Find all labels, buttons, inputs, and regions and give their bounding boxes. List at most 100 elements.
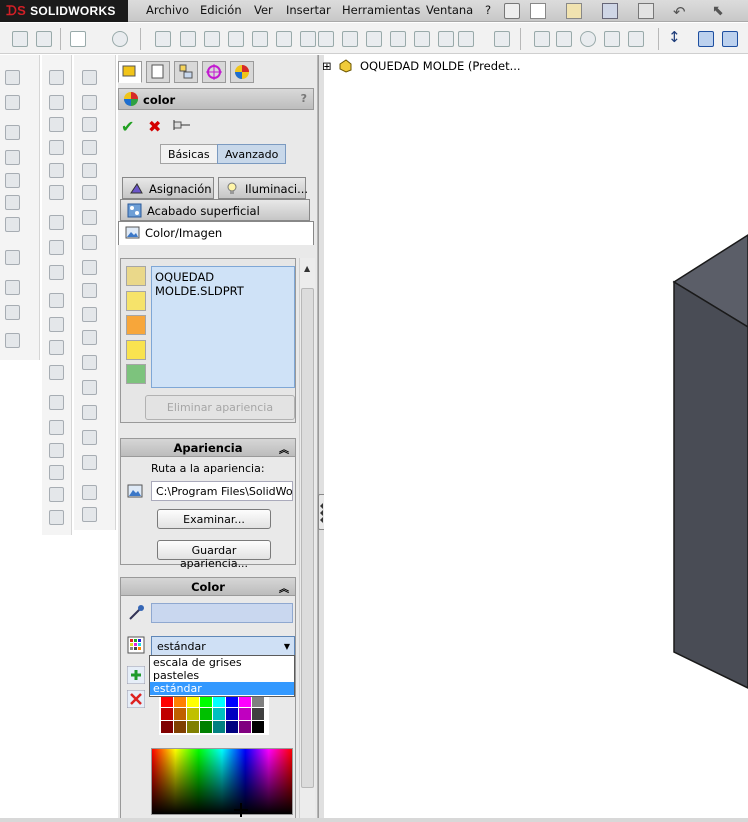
checkbox-icon[interactable] — [300, 31, 316, 47]
surface-extrude-icon[interactable] — [49, 70, 64, 85]
cancel-button[interactable]: ✖ — [148, 117, 161, 136]
open-icon[interactable] — [566, 3, 582, 19]
appearance-group-header[interactable]: Apariencia ︽ — [121, 439, 295, 457]
surface-revolve-icon[interactable] — [49, 95, 64, 110]
menu-edicion[interactable]: Edición — [200, 3, 242, 17]
eyedropper-icon[interactable] — [127, 604, 145, 622]
cut-icon[interactable] — [5, 195, 20, 210]
menu-help[interactable]: ? — [485, 3, 491, 17]
body-selection-icon[interactable] — [126, 291, 146, 311]
scroll-up-icon[interactable]: ▲ — [304, 264, 310, 273]
spline-icon[interactable] — [82, 507, 97, 522]
dome-icon[interactable] — [82, 185, 97, 200]
move-face-icon[interactable] — [49, 395, 64, 410]
remove-swatch-icon[interactable] — [127, 690, 145, 708]
model-view[interactable] — [324, 55, 748, 822]
fill-icon[interactable] — [49, 185, 64, 200]
section-icon[interactable] — [228, 31, 244, 47]
intersect-icon[interactable] — [82, 330, 97, 345]
surface-loft-icon[interactable] — [49, 140, 64, 155]
triangle-icon[interactable] — [390, 31, 406, 47]
feature-selection-icon[interactable] — [126, 315, 146, 335]
symmetry-icon[interactable] — [604, 31, 620, 47]
expand-icon[interactable]: ⊞ — [322, 59, 332, 73]
pushpin-icon[interactable] — [504, 3, 520, 19]
tree-icon[interactable] — [12, 31, 28, 47]
shut-off-icon[interactable] — [49, 487, 64, 502]
indent-icon[interactable] — [82, 355, 97, 370]
planar-icon[interactable] — [49, 215, 64, 230]
undercut-icon[interactable] — [628, 31, 644, 47]
sweep-icon[interactable] — [5, 125, 20, 140]
component-selection-icon[interactable] — [126, 364, 146, 384]
surface-sweep-icon[interactable] — [49, 117, 64, 132]
advanced-mode-button[interactable]: Avanzado — [217, 144, 287, 164]
cavity-icon[interactable] — [82, 430, 97, 445]
palette-grid-icon[interactable] — [127, 636, 145, 654]
move-vertical-icon[interactable]: ↕ — [668, 28, 684, 46]
offset-icon[interactable] — [49, 240, 64, 255]
palette-option-pastels[interactable]: pasteles — [150, 669, 294, 682]
tab-display-manager[interactable] — [230, 61, 254, 83]
list-item[interactable]: OQUEDAD MOLDE.SLDPRT — [155, 270, 244, 298]
collapse-icon[interactable]: ︽ — [279, 441, 289, 456]
collapse-icon[interactable]: ︽ — [279, 580, 289, 595]
color-group-header[interactable]: Color ︽ — [121, 578, 295, 596]
save-appearance-button[interactable]: Guardar apariencia... — [157, 540, 271, 570]
tab-configuration-manager[interactable] — [174, 61, 198, 83]
check-error-icon[interactable] — [458, 31, 474, 47]
part-selection-icon[interactable] — [126, 266, 146, 286]
print-icon[interactable] — [638, 3, 654, 19]
tab-feature-manager[interactable] — [118, 61, 142, 83]
ruled-icon[interactable] — [49, 265, 64, 280]
scale-icon[interactable] — [366, 31, 382, 47]
undo-icon[interactable]: ↶ — [673, 3, 689, 21]
color-spectrum[interactable] — [151, 748, 293, 815]
shell-icon[interactable] — [82, 117, 97, 132]
boundary-icon[interactable] — [5, 173, 20, 188]
help-icon[interactable]: ? — [301, 92, 307, 105]
chamfer-icon[interactable] — [82, 95, 97, 110]
add-swatch-icon[interactable] — [127, 666, 145, 684]
pattern-icon[interactable] — [5, 250, 20, 265]
compare-icon[interactable] — [494, 31, 510, 47]
face-selection-icon[interactable] — [126, 340, 146, 360]
tooling-split-icon[interactable] — [49, 510, 64, 525]
spellcheck-icon[interactable] — [155, 31, 171, 47]
draft-analysis-icon[interactable] — [556, 31, 572, 47]
reference-icon[interactable] — [5, 280, 20, 295]
save-icon[interactable] — [602, 3, 618, 19]
tab-color-image[interactable]: Color/Imagen — [118, 221, 314, 245]
menu-ventana[interactable]: Ventana — [426, 3, 473, 17]
part-icon[interactable] — [338, 58, 353, 73]
knit-icon[interactable] — [49, 340, 64, 355]
checkbox-2-icon[interactable] — [318, 31, 334, 47]
palette-select[interactable]: estándar ▼ — [151, 636, 295, 656]
model-side-face[interactable] — [673, 280, 748, 689]
browse-button[interactable]: Examinar... — [157, 509, 271, 529]
palette-option-grayscale[interactable]: escala de grises — [150, 656, 294, 669]
replace-face-icon[interactable] — [49, 443, 64, 458]
mirror-icon[interactable] — [534, 31, 550, 47]
delete-face-icon[interactable] — [49, 420, 64, 435]
rib-icon[interactable] — [82, 140, 97, 155]
hole-icon[interactable] — [5, 217, 20, 232]
fillet-icon[interactable] — [82, 70, 97, 85]
select-icon[interactable] — [70, 31, 86, 47]
menu-insertar[interactable]: Insertar — [286, 3, 331, 17]
delete-appearance-button[interactable]: Eliminar apariencia — [145, 395, 295, 420]
tab-property-manager[interactable] — [146, 61, 170, 83]
surface-boundary-icon[interactable] — [49, 163, 64, 178]
sigma-icon[interactable] — [342, 31, 358, 47]
deform-icon[interactable] — [82, 260, 97, 275]
scale-body-icon[interactable] — [82, 405, 97, 420]
sketch-icon[interactable] — [82, 485, 97, 500]
tab-surface-finish[interactable]: Acabado superficial — [120, 199, 310, 221]
menu-archivo[interactable]: Archivo — [146, 3, 189, 17]
parting-line-icon[interactable] — [49, 465, 64, 480]
tab-assignment[interactable]: Asignación — [122, 177, 214, 199]
gauge-icon[interactable] — [252, 31, 268, 47]
trim-icon[interactable] — [49, 293, 64, 308]
solidworks-logo[interactable]: ᗪS SOLIDWORKS — [0, 0, 128, 22]
select-arrow-icon[interactable]: ⬉ — [712, 3, 728, 19]
